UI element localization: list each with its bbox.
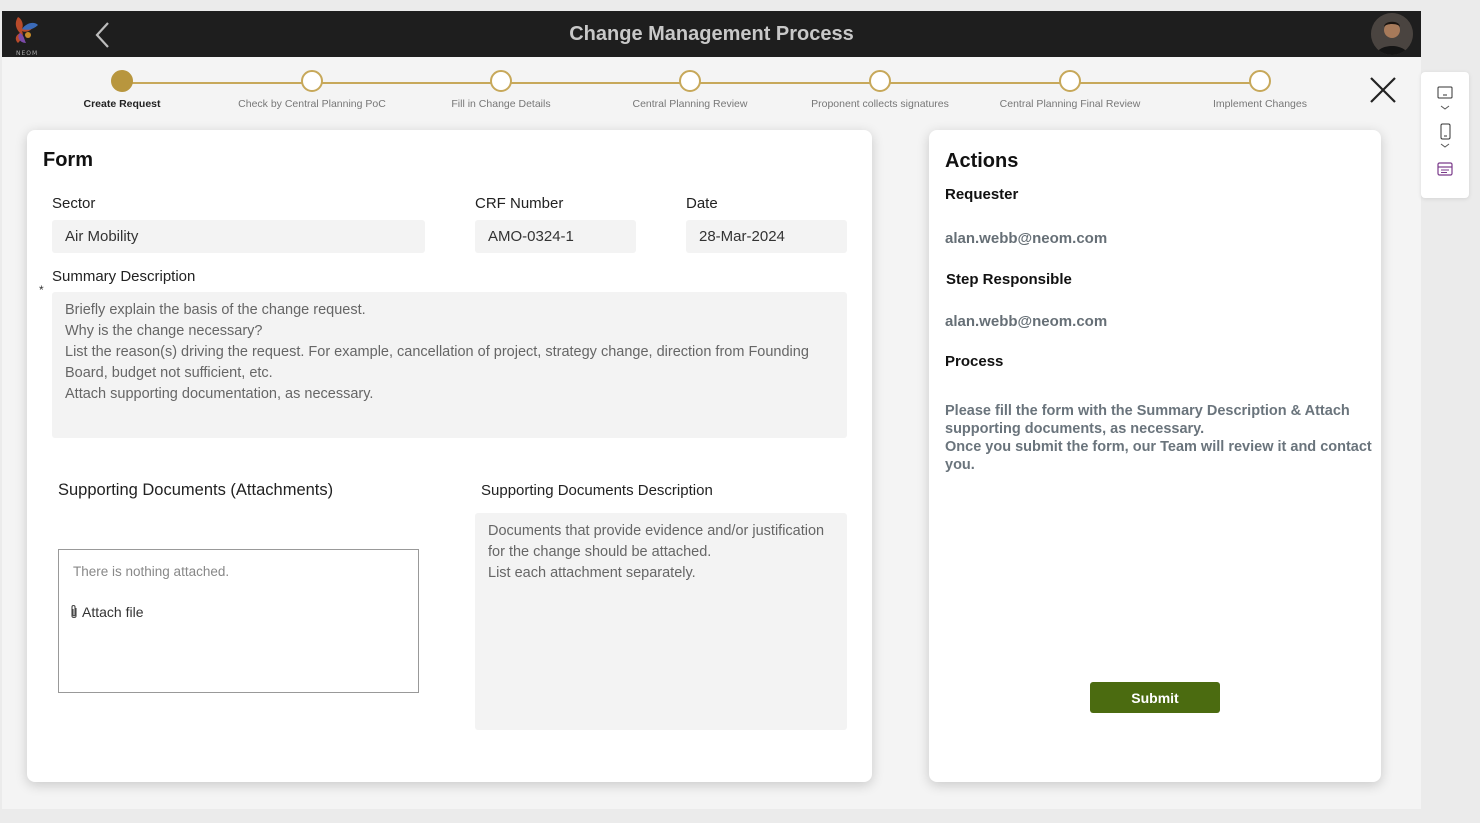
crf-number-label: CRF Number — [475, 195, 564, 212]
required-marker: * — [39, 283, 44, 297]
step-label: Central Planning Review — [632, 98, 748, 110]
form-view-button[interactable] — [1433, 160, 1457, 190]
step-dot — [111, 70, 133, 92]
phone-icon — [1440, 123, 1451, 148]
header-bar: NEOM Change Management Process — [2, 11, 1421, 57]
step-responsible-value: alan.webb@neom.com — [945, 313, 1108, 330]
step-responsible-label: Step Responsible — [946, 271, 1072, 288]
avatar[interactable] — [1371, 13, 1413, 55]
attachments-box: There is nothing attached. Attach file — [58, 549, 419, 693]
crf-number-field[interactable]: AMO-0324-1 — [475, 220, 636, 253]
close-icon — [1370, 77, 1396, 103]
step-label: Implement Changes — [1213, 98, 1307, 110]
step-label: Central Planning Final Review — [999, 98, 1141, 110]
date-label: Date — [686, 195, 718, 212]
side-toolbar — [1421, 72, 1469, 198]
step-create-request[interactable]: Create Request — [27, 70, 217, 110]
sector-field[interactable]: Air Mobility — [52, 220, 425, 253]
date-field[interactable]: 28-Mar-2024 — [686, 220, 847, 253]
actions-card: Actions Requester alan.webb@neom.com Ste… — [929, 130, 1381, 782]
paperclip-icon — [71, 604, 77, 619]
app-title: Change Management Process — [569, 23, 854, 45]
step-implement-changes[interactable]: Implement Changes — [1165, 70, 1355, 110]
docs-description-input[interactable]: Documents that provide evidence and/or j… — [475, 513, 847, 730]
step-dot — [679, 70, 701, 92]
step-central-planning-review[interactable]: Central Planning Review — [595, 70, 785, 110]
form-title: Form — [43, 149, 93, 171]
docs-description-label: Supporting Documents Description — [481, 482, 713, 499]
tablet-landscape-icon — [1437, 86, 1453, 110]
summary-description-label: Summary Description — [52, 268, 196, 285]
phone-layout-button[interactable] — [1433, 122, 1457, 152]
step-dot — [1059, 70, 1081, 92]
attach-file-label: Attach file — [82, 604, 144, 620]
process-instructions: Please fill the form with the Summary De… — [945, 403, 1372, 473]
form-icon — [1437, 162, 1453, 176]
step-label: Fill in Change Details — [451, 98, 551, 110]
attach-file-button[interactable]: Attach file — [69, 604, 143, 620]
step-label: Create Request — [83, 98, 161, 110]
process-stepper: Create Request Check by Central Planning… — [2, 57, 1421, 131]
summary-description-input[interactable]: Briefly explain the basis of the change … — [52, 292, 847, 438]
step-label: Check by Central Planning PoC — [238, 98, 386, 110]
requester-label: Requester — [945, 186, 1019, 203]
close-button[interactable] — [1368, 75, 1398, 105]
step-dot — [869, 70, 891, 92]
step-dot — [301, 70, 323, 92]
step-check-by-central-planning[interactable]: Check by Central Planning PoC — [217, 70, 407, 110]
step-proponent-collects-signatures[interactable]: Proponent collects signatures — [785, 70, 975, 110]
attachments-empty-text: There is nothing attached. — [73, 564, 230, 579]
step-central-planning-final-review[interactable]: Central Planning Final Review — [975, 70, 1165, 110]
step-fill-in-change-details[interactable]: Fill in Change Details — [406, 70, 596, 110]
step-label: Proponent collects signatures — [811, 98, 949, 110]
tablet-layout-button[interactable] — [1433, 84, 1457, 114]
submit-button[interactable]: Submit — [1090, 682, 1220, 713]
process-label: Process — [945, 353, 1004, 370]
requester-value: alan.webb@neom.com — [945, 230, 1108, 247]
attachments-label: Supporting Documents (Attachments) — [58, 481, 334, 499]
sector-label: Sector — [52, 195, 96, 212]
step-dot — [1249, 70, 1271, 92]
app-window: NEOM Change Management Process Create Re… — [2, 11, 1421, 809]
actions-title: Actions — [945, 150, 1019, 172]
step-dot — [490, 70, 512, 92]
logo-text: NEOM — [16, 50, 39, 57]
form-card: Form Sector Air Mobility CRF Number AMO-… — [27, 130, 872, 782]
